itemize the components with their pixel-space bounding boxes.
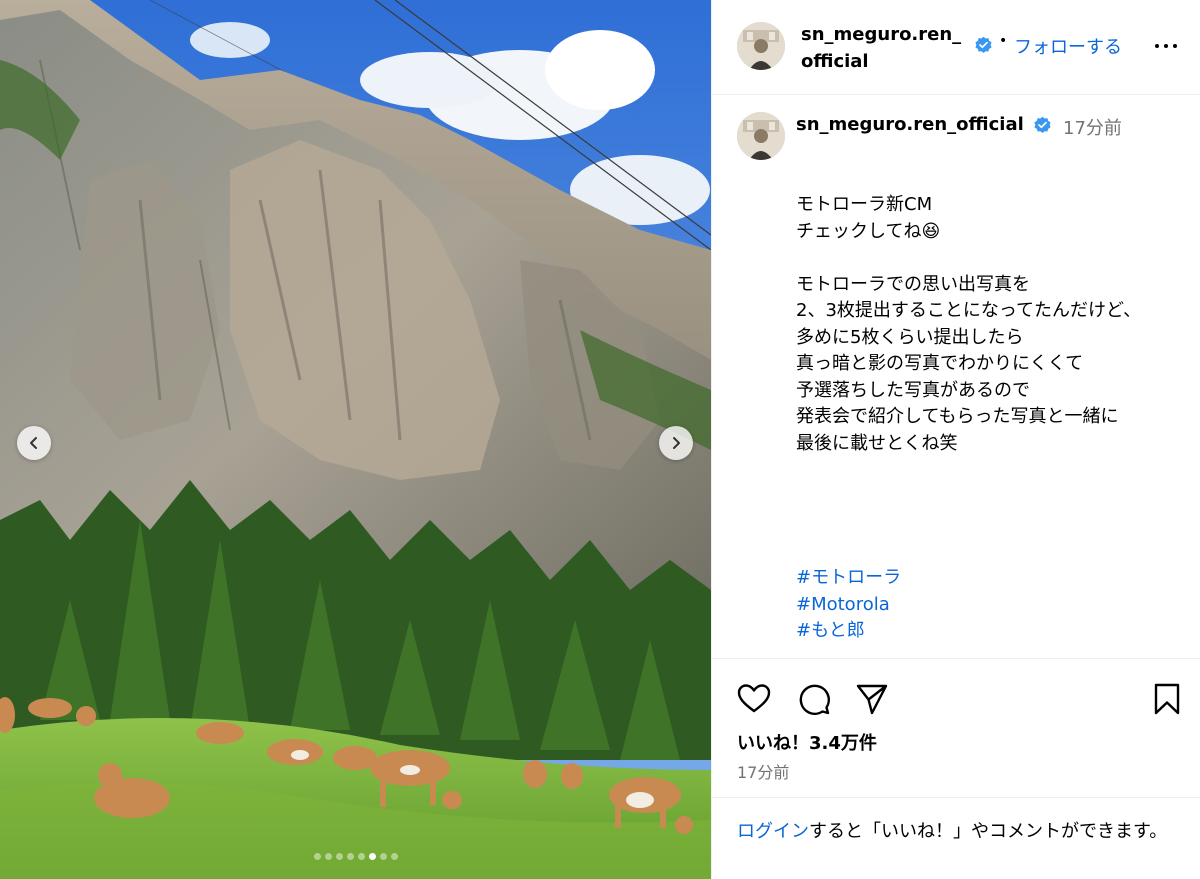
- hashtag-link[interactable]: #モトローラ: [796, 565, 901, 592]
- carousel-dot: [368, 853, 376, 860]
- carousel-dot: [357, 853, 365, 860]
- hashtag-list: #モトローラ #Motorola #もと郎: [796, 565, 901, 645]
- share-icon[interactable]: [855, 682, 889, 716]
- avatar[interactable]: [737, 22, 785, 70]
- login-prompt-text: すると「いいね！」やコメントができます。: [809, 821, 1168, 842]
- carousel-dot: [324, 853, 332, 860]
- chevron-left-icon: [30, 437, 37, 449]
- hashtag-link[interactable]: #もと郎: [796, 618, 901, 645]
- caption-timestamp[interactable]: 17分前: [1063, 114, 1122, 140]
- mountain-meadow-photo: [0, 0, 711, 879]
- like-count[interactable]: いいね！3.4万件: [737, 729, 877, 755]
- avatar-image: [737, 112, 785, 160]
- post-timestamp[interactable]: 17分前: [737, 759, 789, 783]
- carousel-indicator: [0, 853, 711, 860]
- login-prompt: ログインすると「いいね！」やコメントができます。: [737, 818, 1187, 879]
- carousel-dot: [335, 853, 343, 860]
- more-options-icon[interactable]: [1154, 36, 1180, 56]
- next-photo-button[interactable]: [659, 426, 693, 460]
- caption-avatar[interactable]: [737, 112, 785, 160]
- caption-username[interactable]: sn_meguro.ren_official: [796, 114, 1024, 135]
- chevron-right-icon: [673, 437, 680, 449]
- verified-badge-icon: [975, 36, 992, 53]
- caption-text: モトローラ新CM チェックしてね😆 モトローラでの思い出写真を 2、3枚提出する…: [796, 194, 1142, 454]
- post-header: sn_meguro.ren_ official • フォローする: [712, 0, 1200, 95]
- comment-icon[interactable]: [797, 682, 831, 716]
- verified-badge-icon: [1034, 116, 1051, 133]
- header-separator: •: [999, 33, 1008, 49]
- hashtag-link[interactable]: #Motorola: [796, 592, 901, 619]
- header-username[interactable]: sn_meguro.ren_ official: [801, 21, 971, 75]
- login-link[interactable]: ログイン: [737, 821, 809, 842]
- follow-button[interactable]: フォローする: [1014, 33, 1122, 59]
- carousel-dot: [379, 853, 387, 860]
- carousel-dot: [346, 853, 354, 860]
- previous-photo-button[interactable]: [17, 426, 51, 460]
- post-side-panel: sn_meguro.ren_ official • フォローする sn_megu…: [711, 0, 1200, 879]
- avatar-image: [737, 22, 785, 70]
- post-photo[interactable]: [0, 0, 711, 879]
- carousel-dot: [313, 853, 321, 860]
- carousel-dot: [390, 853, 398, 860]
- bookmark-icon[interactable]: [1150, 682, 1184, 716]
- heart-icon[interactable]: [737, 682, 771, 716]
- caption-section: sn_meguro.ren_official 17分前 モトローラ新CM チェッ…: [712, 96, 1200, 659]
- divider: [712, 797, 1200, 798]
- action-bar: [712, 660, 1200, 740]
